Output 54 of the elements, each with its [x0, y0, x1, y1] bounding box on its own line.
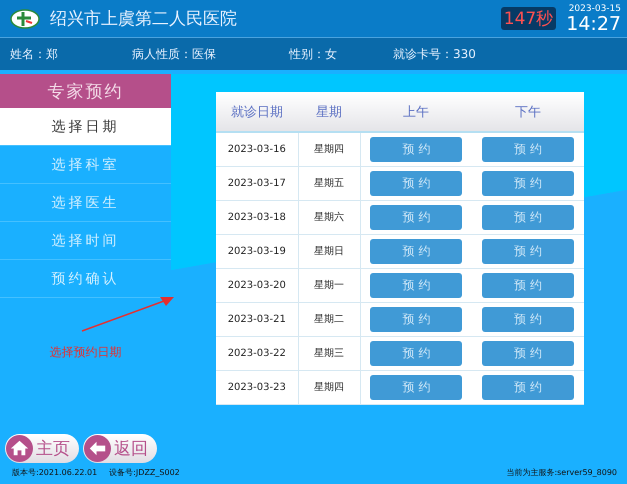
date-cell: 2023-03-20 — [228, 280, 286, 290]
book-button[interactable]: 预 约 — [482, 136, 574, 162]
weekday-cell: 星期二 — [314, 314, 344, 325]
patient-info: 就诊卡号：330 — [393, 46, 477, 62]
hospital-name: 绍兴市上虞第二人民医院 — [50, 8, 238, 30]
weekday-cell: 星期四 — [314, 144, 344, 156]
date-cell: 2023-03-19 — [228, 246, 286, 256]
patient-info: 病人性质：医保 — [132, 46, 217, 62]
book-button[interactable]: 预 约 — [482, 340, 574, 366]
step-item[interactable]: 选择日期 — [0, 108, 171, 146]
home-button[interactable]: 主页 — [5, 434, 79, 463]
sidebar-title: 专家预约 — [0, 74, 171, 108]
column-header: 就诊日期 — [216, 92, 298, 132]
weekday-cell: 星期六 — [314, 212, 344, 223]
book-button[interactable]: 预 约 — [370, 204, 462, 230]
book-button[interactable]: 预 约 — [370, 136, 462, 162]
weekday-cell: 星期三 — [314, 348, 344, 359]
patient-info: 姓名：郑 — [10, 46, 59, 62]
book-button[interactable]: 预 约 — [370, 374, 462, 400]
current-time: 14:27 — [566, 14, 621, 34]
book-button[interactable]: 预 约 — [482, 306, 574, 332]
current-date: 2023-03-15 — [568, 4, 621, 14]
home-icon — [6, 435, 33, 462]
weekday-cell: 星期五 — [314, 178, 344, 189]
book-button[interactable]: 预 约 — [482, 204, 574, 230]
book-button[interactable]: 预 约 — [482, 238, 574, 264]
hint-text: 选择预约日期 — [50, 344, 122, 361]
date-cell: 2023-03-17 — [228, 178, 286, 188]
book-button[interactable]: 预 约 — [370, 170, 462, 196]
book-button[interactable]: 预 约 — [370, 340, 462, 366]
server-text: 当前为主服务:server59_8090 — [506, 467, 617, 478]
book-button[interactable]: 预 约 — [482, 272, 574, 298]
date-cell: 2023-03-21 — [228, 314, 286, 324]
book-button[interactable]: 预 约 — [370, 272, 462, 298]
weekday-cell: 星期四 — [314, 382, 344, 393]
date-cell: 2023-03-23 — [228, 382, 286, 392]
back-button[interactable]: 返回 — [83, 434, 157, 463]
column-header: 上午 — [360, 92, 472, 132]
date-cell: 2023-03-16 — [228, 144, 286, 155]
device-text: 设备号:JDZZ_S002 — [109, 467, 180, 478]
book-button[interactable]: 预 约 — [370, 238, 462, 264]
book-button[interactable]: 预 约 — [482, 170, 574, 196]
hospital-logo-icon — [10, 8, 40, 28]
weekday-cell: 星期日 — [314, 246, 344, 257]
date-cell: 2023-03-22 — [228, 348, 286, 358]
version-text: 版本号:2021.06.22.01 — [12, 467, 98, 478]
patient-info: 性别：女 — [289, 46, 338, 62]
book-button[interactable]: 预 约 — [482, 374, 574, 400]
weekday-cell: 星期一 — [314, 280, 344, 291]
column-header: 星期 — [298, 92, 360, 132]
book-button[interactable]: 预 约 — [370, 306, 462, 332]
date-cell: 2023-03-18 — [228, 212, 286, 222]
countdown-timer: 147秒 — [500, 7, 556, 30]
column-header: 下午 — [472, 92, 584, 132]
